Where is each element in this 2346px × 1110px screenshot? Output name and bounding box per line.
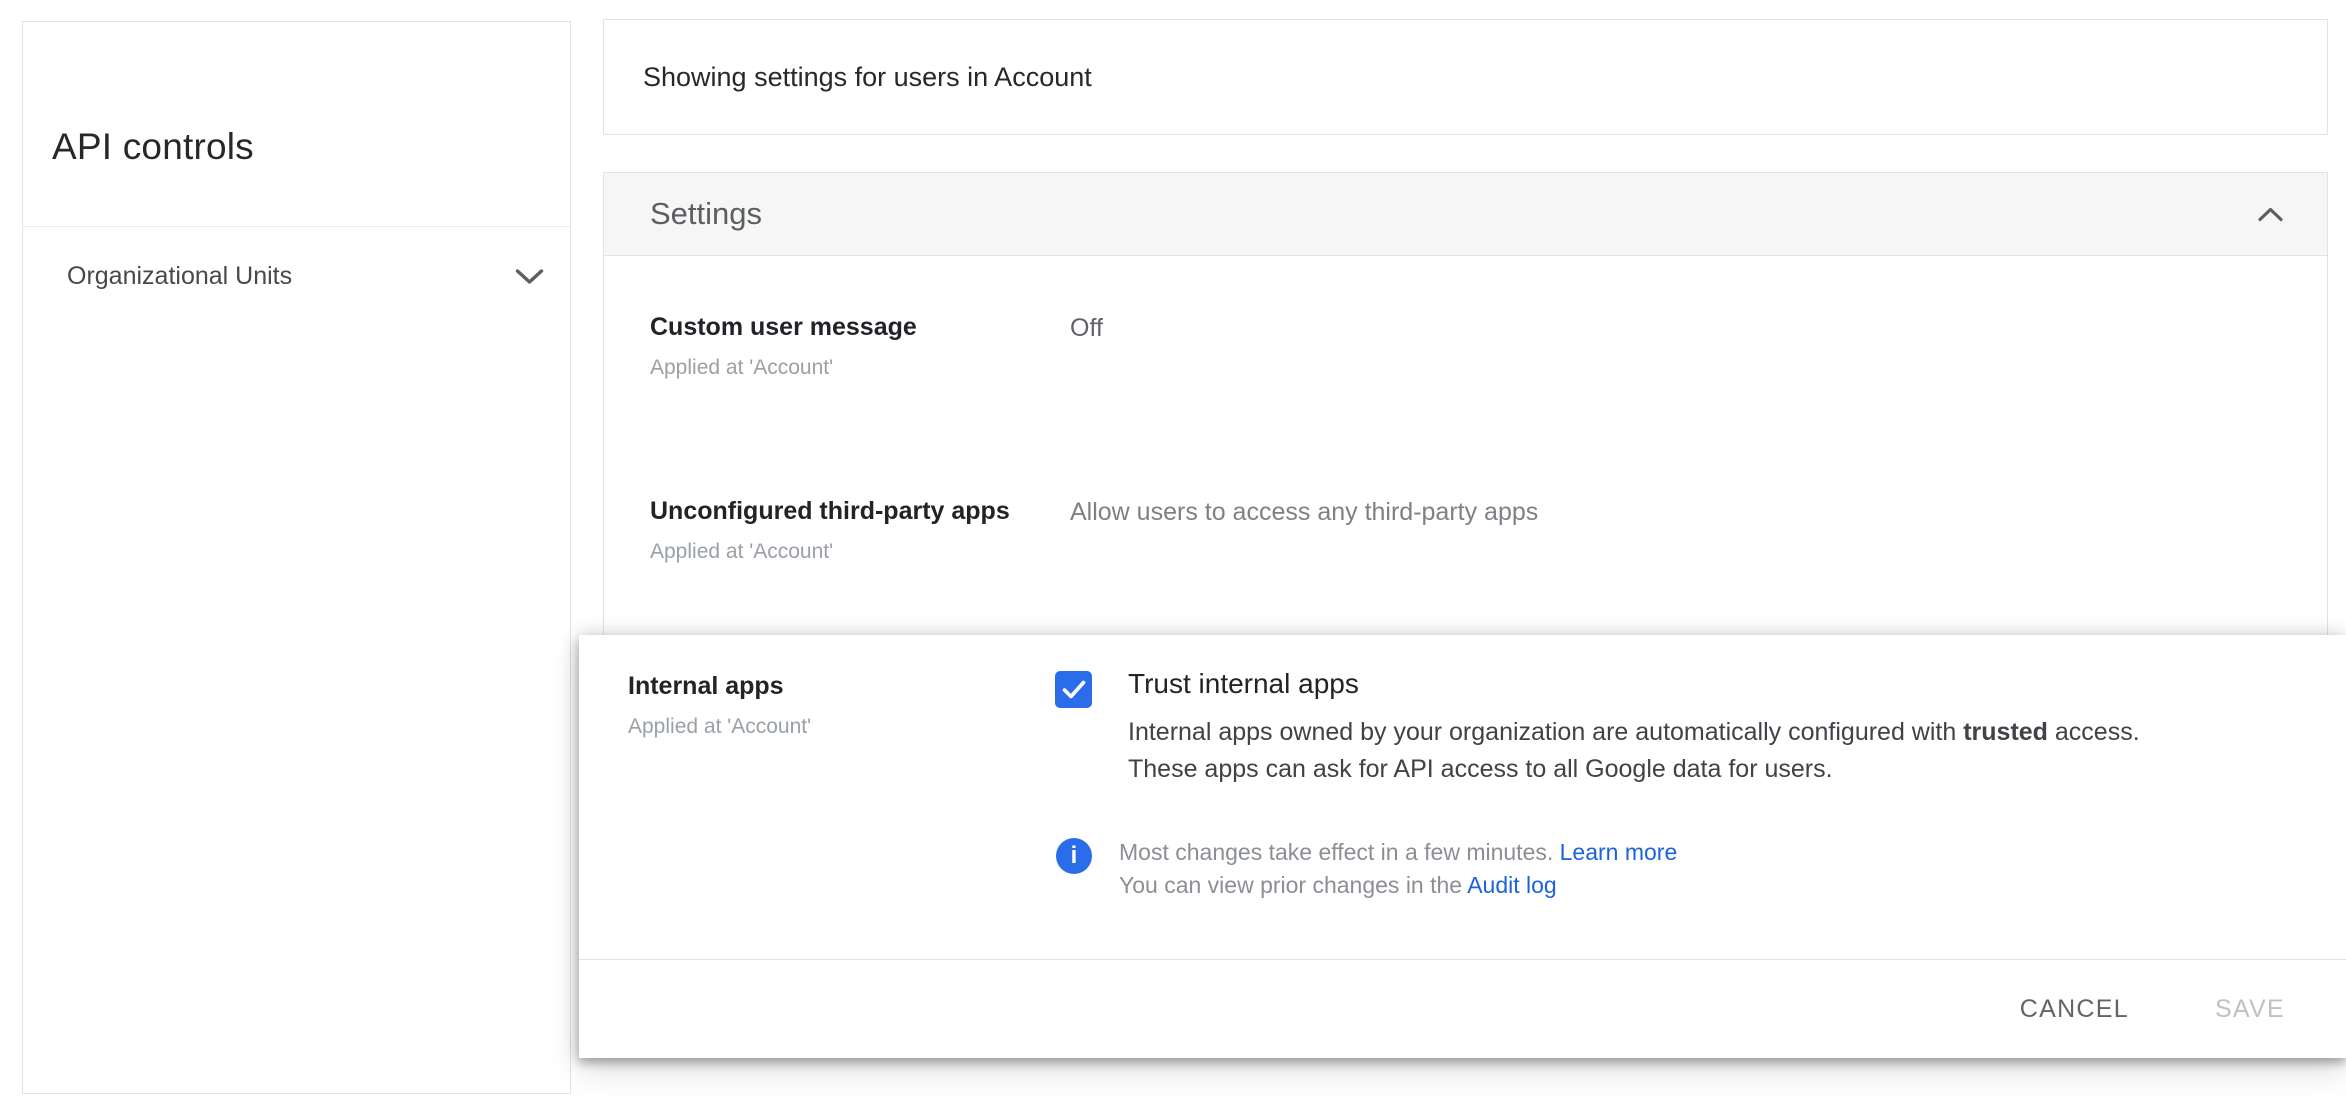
sidebar-item-organizational-units[interactable]: Organizational Units bbox=[23, 227, 570, 326]
description-text: These apps can ask for API access to all… bbox=[1128, 755, 1833, 783]
learn-more-link[interactable]: Learn more bbox=[1560, 839, 1678, 865]
setting-row-unconfigured-third-party-apps[interactable]: Unconfigured third-party apps Applied at… bbox=[604, 497, 2327, 564]
save-button[interactable]: SAVE bbox=[2215, 995, 2285, 1024]
setting-label: Internal apps bbox=[628, 672, 784, 700]
description-text: Internal apps owned by your organization… bbox=[1128, 718, 1964, 746]
settings-section: Settings Custom user message Applied at … bbox=[603, 172, 2328, 636]
info-icon: i bbox=[1056, 838, 1092, 874]
info-note: i Most changes take effect in a few minu… bbox=[1056, 836, 1677, 902]
audit-log-link[interactable]: Audit log bbox=[1467, 872, 1557, 898]
setting-applied-at: Applied at 'Account' bbox=[650, 540, 834, 563]
page-title: API controls bbox=[52, 126, 254, 167]
setting-row-main: Unconfigured third-party apps Applied at… bbox=[650, 497, 1070, 564]
sidebar-panel: API controls Organizational Units bbox=[22, 21, 571, 1094]
setting-applied-at: Applied at 'Account' bbox=[650, 356, 834, 379]
scope-banner-text: Showing settings for users in Account bbox=[643, 61, 1092, 92]
description-text: access. bbox=[2047, 718, 2140, 746]
scope-banner: Showing settings for users in Account bbox=[603, 19, 2328, 135]
internal-apps-edit-card: Internal apps Applied at 'Account' Trust… bbox=[579, 635, 2346, 1058]
settings-section-header[interactable]: Settings bbox=[604, 173, 2327, 256]
info-line: Most changes take effect in a few minute… bbox=[1119, 836, 1677, 869]
trust-internal-apps-control: Trust internal apps Internal apps owned … bbox=[1055, 668, 2140, 788]
setting-label: Custom user message bbox=[650, 313, 917, 341]
settings-body: Custom user message Applied at 'Account'… bbox=[604, 256, 2327, 564]
trust-internal-apps-description: Internal apps owned by your organization… bbox=[1128, 714, 2140, 788]
checkmark-icon bbox=[1062, 680, 1085, 699]
setting-value: Off bbox=[1070, 314, 1103, 342]
info-note-texts: Most changes take effect in a few minute… bbox=[1119, 836, 1677, 902]
chevron-up-icon[interactable] bbox=[2257, 206, 2284, 223]
sidebar-item-label: Organizational Units bbox=[67, 262, 293, 290]
chevron-down-icon bbox=[515, 269, 544, 284]
setting-row-custom-user-message[interactable]: Custom user message Applied at 'Account'… bbox=[604, 313, 2327, 380]
trust-internal-apps-checkbox[interactable] bbox=[1055, 671, 1092, 708]
settings-section-title: Settings bbox=[650, 196, 763, 231]
cancel-button[interactable]: CANCEL bbox=[2020, 995, 2129, 1024]
trust-internal-apps-label[interactable]: Trust internal apps bbox=[1128, 668, 2140, 700]
setting-row-main: Custom user message Applied at 'Account' bbox=[650, 313, 1070, 380]
setting-value: Allow users to access any third-party ap… bbox=[1070, 498, 1539, 526]
trust-internal-apps-texts: Trust internal apps Internal apps owned … bbox=[1128, 668, 2140, 788]
dialog-footer: CANCEL SAVE bbox=[579, 959, 2346, 1058]
info-text: Most changes take effect in a few minute… bbox=[1119, 839, 1560, 865]
setting-label: Unconfigured third-party apps bbox=[650, 497, 1010, 525]
sidebar-header: API controls bbox=[23, 22, 570, 227]
description-bold-text: trusted bbox=[1963, 718, 2048, 746]
info-line: You can view prior changes in the Audit … bbox=[1119, 869, 1677, 902]
info-text: You can view prior changes in the bbox=[1119, 872, 1468, 898]
setting-applied-at: Applied at 'Account' bbox=[628, 715, 812, 738]
info-icon-glyph: i bbox=[1070, 842, 1078, 869]
internal-apps-label-block: Internal apps Applied at 'Account' bbox=[628, 672, 811, 739]
